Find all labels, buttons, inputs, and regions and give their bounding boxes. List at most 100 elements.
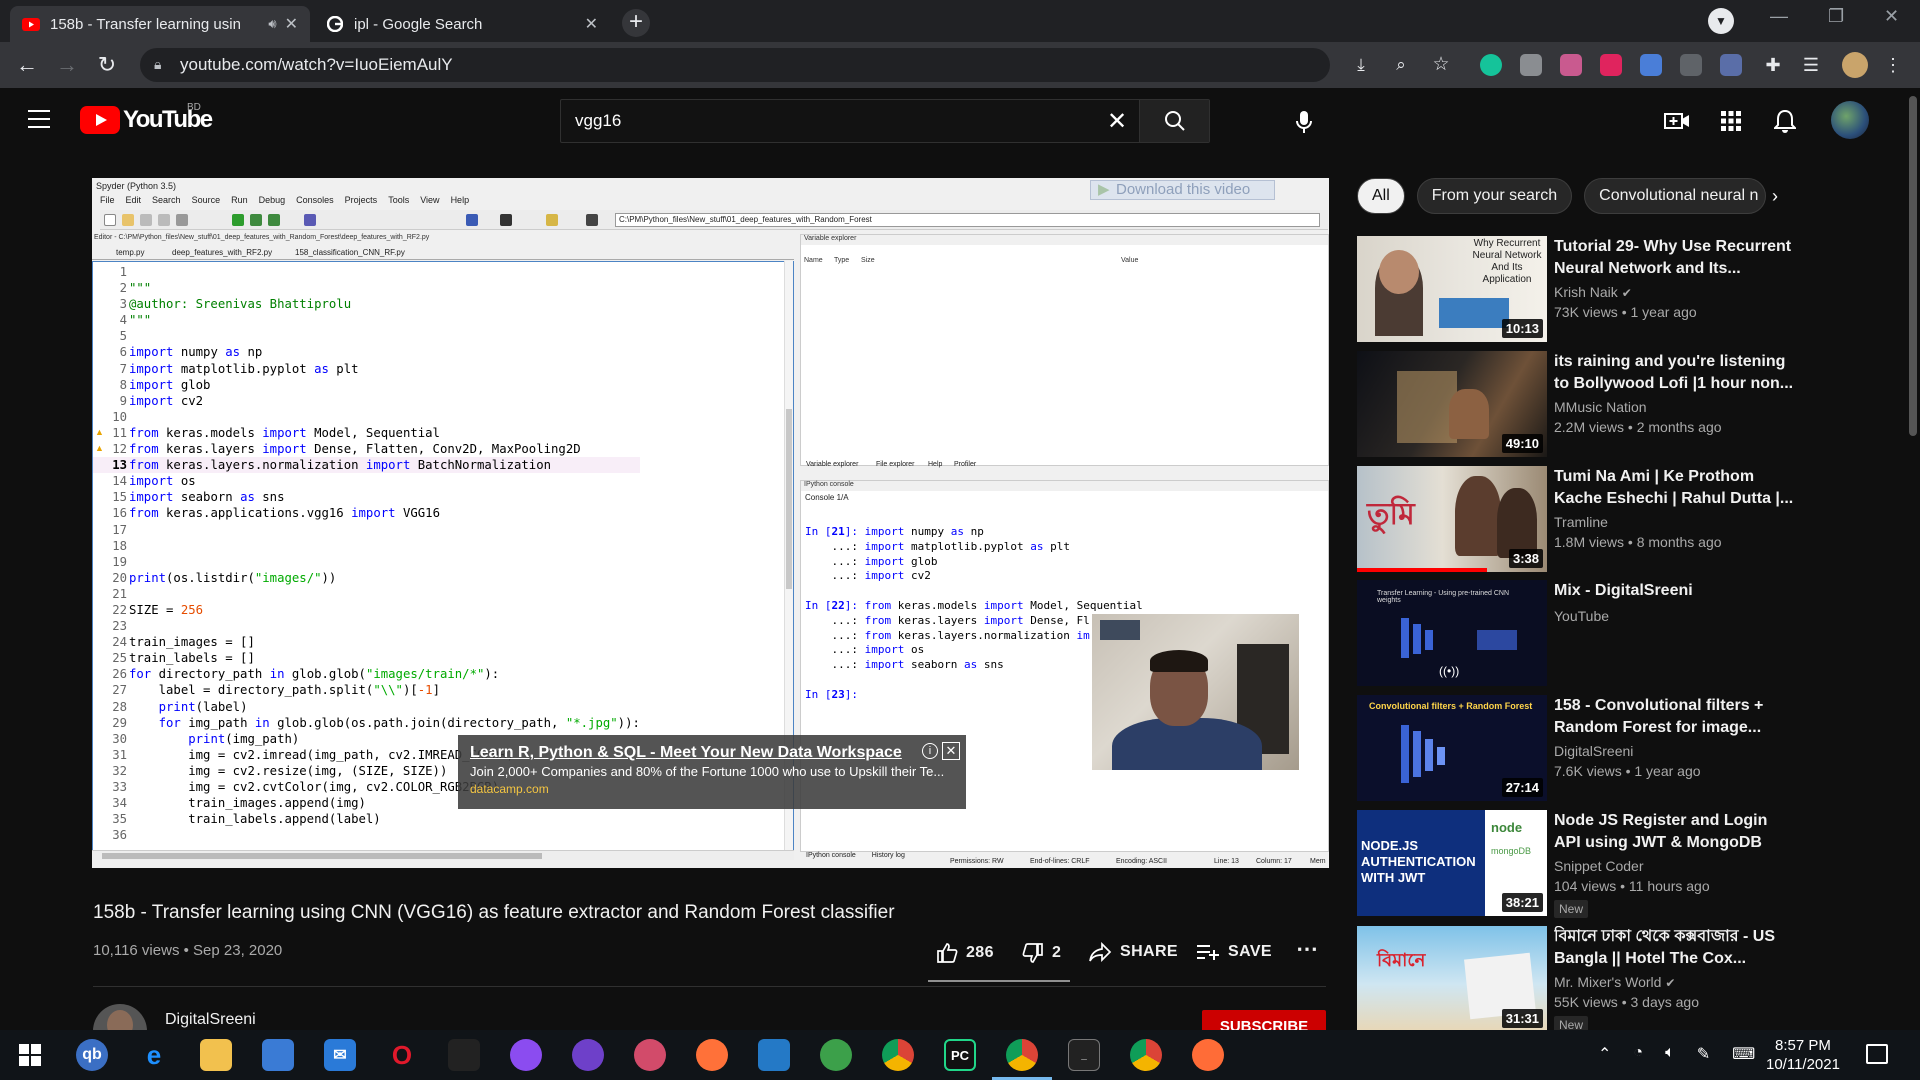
create-video-button[interactable] [1664, 108, 1690, 134]
firefox-icon[interactable] [696, 1039, 728, 1071]
screen-extension-icon[interactable] [1680, 54, 1702, 76]
close-tab-icon[interactable]: ✕ [585, 14, 598, 34]
apps-button[interactable] [1718, 108, 1744, 134]
dislike-button[interactable]: 2 [1022, 942, 1061, 964]
recommendation-item[interactable]: Why Recurrent Neural Network And Its App… [1357, 236, 1897, 342]
python-ide-icon[interactable] [820, 1039, 852, 1071]
chip-convolutional-neural[interactable]: Convolutional neural n [1584, 178, 1767, 214]
close-window-icon[interactable]: ✕ [1884, 6, 1899, 27]
keyboard-icon[interactable]: ⌨ [1732, 1044, 1755, 1064]
recommendation-title[interactable]: বিমানে ঢাকা থেকে কক্সবাজার - US Bangla |… [1554, 926, 1794, 970]
chrome-profile-icon[interactable] [1130, 1039, 1162, 1071]
subscribe-button[interactable]: SUBSCRIBE [1202, 1010, 1326, 1030]
channel-name[interactable]: DigitalSreeni [165, 1011, 256, 1029]
chrome-active-icon[interactable] [1006, 1039, 1038, 1071]
new-tab-button[interactable]: + [622, 9, 650, 37]
edge-icon[interactable]: e [138, 1039, 170, 1071]
recommendation-title[interactable]: its raining and you're listening to Boll… [1554, 351, 1794, 395]
video-thumbnail[interactable]: 49:10 [1357, 351, 1547, 457]
bookmark-star-icon[interactable]: ☆ [1428, 52, 1454, 78]
install-icon[interactable]: ⤓ [1348, 52, 1374, 78]
youtube-logo[interactable]: YouTube BD [80, 102, 213, 134]
messenger-icon[interactable] [510, 1039, 542, 1071]
chrome-menu-icon[interactable]: ⋮ [1880, 52, 1906, 78]
ad-title[interactable]: Learn R, Python & SQL - Meet Your New Da… [470, 744, 902, 762]
browser-tab-google[interactable]: ipl - Google Search ✕ [314, 6, 610, 42]
ad-url[interactable]: datacamp.com [470, 782, 549, 796]
voice-search-button[interactable] [1286, 104, 1322, 140]
recommendation-item[interactable]: বিমানে 31:31 বিমানে ঢাকা থেকে কক্সবাজার … [1357, 926, 1897, 1030]
windows-start-icon[interactable] [14, 1039, 46, 1071]
pen-icon[interactable]: ✎ [1697, 1044, 1710, 1064]
play-extension-icon[interactable] [1600, 54, 1622, 76]
search-button[interactable] [1139, 100, 1209, 142]
back-icon[interactable]: ← [14, 52, 40, 78]
store-icon[interactable] [262, 1039, 294, 1071]
recommendation-item[interactable]: Transfer Learning - Using pre-trained CN… [1357, 580, 1897, 686]
file-explorer-icon[interactable] [200, 1039, 232, 1071]
video-thumbnail[interactable]: Convolutional filters + Random Forest 27… [1357, 695, 1547, 801]
puzzle-extensions-icon[interactable]: ✚ [1760, 52, 1786, 78]
download-extension-icon[interactable] [1640, 54, 1662, 76]
speaker-icon[interactable]: 🔊︎ [268, 16, 276, 32]
extension-icon[interactable] [1560, 54, 1582, 76]
notifications-button[interactable] [1772, 108, 1798, 134]
address-bar[interactable]: 🔒︎ youtube.com/watch?v=IuoEiemAulY [140, 48, 1330, 82]
video-thumbnail[interactable]: NODE.JS AUTHENTICATION WITH JWT node mon… [1357, 810, 1547, 916]
menu-icon[interactable] [28, 110, 50, 128]
pen-extension-icon[interactable] [1720, 54, 1742, 76]
camera-extension-icon[interactable] [1520, 54, 1542, 76]
scrollbar-thumb[interactable] [1909, 96, 1917, 436]
video-thumbnail[interactable]: Transfer Learning - Using pre-trained CN… [1357, 580, 1547, 686]
chrome-icon[interactable] [882, 1039, 914, 1071]
ad-info-icon[interactable]: i [922, 743, 938, 759]
wifi-icon[interactable]: ◔ [1633, 1044, 1643, 1064]
recommendation-title[interactable]: Node JS Register and Login API using JWT… [1554, 810, 1794, 854]
video-thumbnail[interactable]: বিমানে 31:31 [1357, 926, 1547, 1030]
recommendation-title[interactable]: Tutorial 29- Why Use Recurrent Neural Ne… [1554, 236, 1794, 280]
overlay-ad[interactable]: Learn R, Python & SQL - Meet Your New Da… [458, 735, 966, 809]
chevron-right-icon[interactable]: › [1772, 186, 1778, 207]
like-button[interactable]: 286 [936, 942, 994, 964]
inkscape-icon[interactable] [448, 1039, 480, 1071]
more-actions-icon[interactable]: ⋯ [1296, 936, 1318, 962]
save-button[interactable]: SAVE [1196, 942, 1272, 962]
share-button[interactable]: SHARE [1088, 942, 1178, 962]
minimize-icon[interactable]: — [1770, 6, 1788, 27]
taskbar-clock[interactable]: 8:57 PM 10/11/2021 [1766, 1036, 1840, 1074]
paint-icon[interactable] [634, 1039, 666, 1071]
recommendation-title[interactable]: Tumi Na Ami | Ke Prothom Kache Eshechi |… [1554, 466, 1794, 510]
recommendation-item[interactable]: Convolutional filters + Random Forest 27… [1357, 695, 1897, 801]
chip-all[interactable]: All [1357, 178, 1405, 214]
chip-from-your-search[interactable]: From your search [1416, 178, 1573, 214]
ad-close-icon[interactable]: ✕ [942, 742, 960, 760]
account-avatar[interactable] [1831, 101, 1869, 139]
volume-icon[interactable]: 🔈︎ [1665, 1044, 1675, 1064]
video-thumbnail[interactable]: তুমি 3:38 [1357, 466, 1547, 572]
show-hidden-icons-icon[interactable]: ⌃ [1598, 1044, 1611, 1064]
qbittorrent-icon[interactable]: qb [76, 1039, 108, 1071]
clear-search-icon[interactable]: ✕ [1095, 107, 1139, 136]
forward-icon[interactable]: → [54, 52, 80, 78]
recommendation-item[interactable]: 49:10 its raining and you're listening t… [1357, 351, 1897, 457]
tab-search-icon[interactable]: ▼ [1708, 8, 1734, 34]
download-video-button[interactable]: Download this video [1090, 180, 1275, 200]
pycharm-icon[interactable]: PC [944, 1039, 976, 1071]
opera-icon[interactable]: O [386, 1039, 418, 1071]
terminal-icon[interactable]: _ [1068, 1039, 1100, 1071]
recommendation-title[interactable]: 158 - Convolutional filters + Random For… [1554, 695, 1794, 739]
postman-icon[interactable] [1192, 1039, 1224, 1071]
mail-icon[interactable]: ✉ [324, 1039, 356, 1071]
close-tab-icon[interactable]: ✕ [285, 14, 298, 34]
video-thumbnail[interactable]: Why Recurrent Neural Network And Its App… [1357, 236, 1547, 342]
recommendation-item[interactable]: NODE.JS AUTHENTICATION WITH JWT node mon… [1357, 810, 1897, 918]
recommendation-title[interactable]: Mix - DigitalSreeni [1554, 580, 1794, 602]
profile-avatar[interactable] [1842, 52, 1868, 78]
zoom-icon[interactable]: ⌕ [1388, 52, 1414, 78]
reload-icon[interactable]: ↻ [94, 52, 120, 78]
search-input[interactable] [561, 100, 1095, 142]
page-scrollbar[interactable] [1906, 88, 1920, 1030]
vscode-icon[interactable] [758, 1039, 790, 1071]
notification-center-icon[interactable] [1866, 1044, 1888, 1064]
browser-tab-youtube[interactable]: 158b - Transfer learning usin 🔊︎ ✕ [10, 6, 310, 42]
